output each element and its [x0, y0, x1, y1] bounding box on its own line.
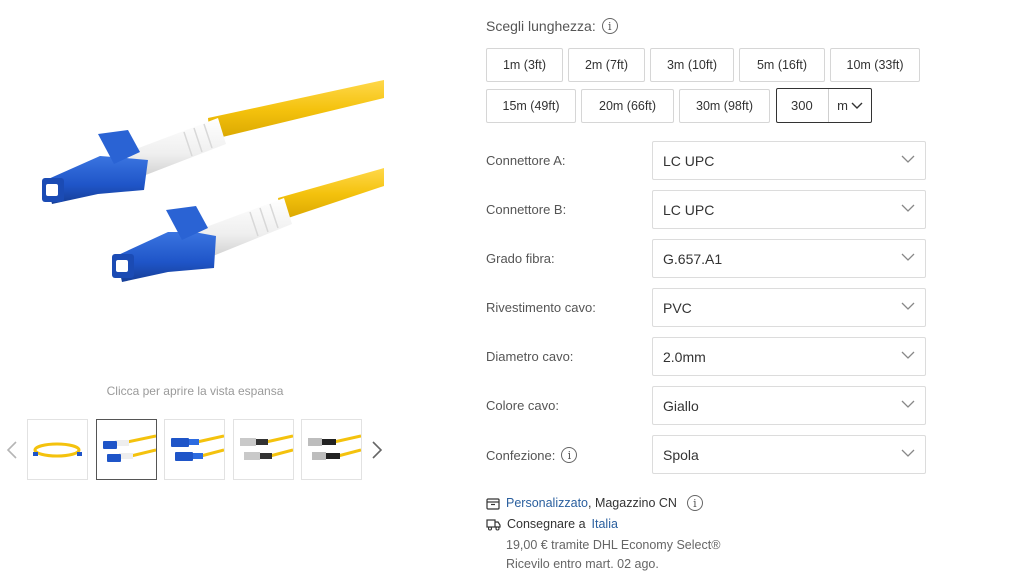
thumbnail-fc-fc[interactable]: [233, 419, 294, 480]
length-option-20m[interactable]: 20m (66ft): [581, 89, 674, 123]
warehouse-text: , Magazzino CN: [588, 496, 677, 510]
info-icon[interactable]: i: [601, 18, 618, 34]
delivery-eta: Ricevilo entro mart. 02 ago.: [506, 557, 659, 571]
chevron-right-icon: [372, 441, 383, 459]
fiber-grade-label: Grado fibra:: [486, 251, 555, 266]
packaging-value: Spola: [663, 446, 699, 463]
chevron-down-icon: [851, 102, 863, 109]
thumbnail-lc-lc[interactable]: [96, 419, 157, 480]
connector-a-value: LC UPC: [663, 152, 715, 169]
length-option-3m[interactable]: 3m (10ft): [650, 48, 734, 82]
chevron-down-icon: [901, 449, 915, 457]
cable-upper: [208, 80, 384, 140]
coiled-cable-thumbnail-image: [33, 442, 82, 458]
sc-sc-thumbnail-image: [171, 434, 224, 461]
cable-lower: [278, 168, 384, 220]
thumbnail-sc-sc[interactable]: [164, 419, 225, 480]
cable-jacket-select[interactable]: PVC: [652, 288, 926, 327]
ship-to-label: Consegnare a: [507, 517, 586, 531]
fiber-grade-select[interactable]: G.657.A1: [652, 239, 926, 278]
cable-diameter-select[interactable]: 2.0mm: [652, 337, 926, 376]
length-option-2m[interactable]: 2m (7ft): [568, 48, 645, 82]
product-gallery: Clicca per aprire la vista espansa: [0, 0, 410, 581]
cable-jacket-label: Rivestimento cavo:: [486, 300, 596, 315]
warehouse-line: Personalizzato, Magazzino CN i: [486, 495, 703, 511]
cable-diameter-label: Diametro cavo:: [486, 349, 574, 364]
fiber-grade-value: G.657.A1: [663, 250, 723, 267]
ship-to-line: Consegnare a Italia: [486, 517, 618, 531]
chevron-down-icon: [901, 351, 915, 359]
option-row-cable-diameter: Diametro cavo: 2.0mm: [486, 337, 926, 377]
chevron-down-icon: [901, 253, 915, 261]
product-main-image[interactable]: [28, 60, 384, 345]
length-section-label: Scegli lunghezza: i: [486, 18, 618, 34]
expand-view-hint: Clicca per aprire la vista espansa: [106, 384, 284, 398]
chevron-down-icon: [901, 155, 915, 163]
custom-length-input[interactable]: 300 m: [776, 88, 872, 123]
length-option-15m[interactable]: 15m (49ft): [486, 89, 576, 123]
option-row-fiber-grade: Grado fibra: G.657.A1: [486, 239, 926, 279]
option-row-cable-jacket: Rivestimento cavo: PVC: [486, 288, 926, 328]
custom-length-value[interactable]: 300: [777, 89, 829, 122]
custom-link[interactable]: Personalizzato: [506, 496, 588, 510]
connector-b-label: Connettore B:: [486, 202, 567, 217]
connector-b-select[interactable]: LC UPC: [652, 190, 926, 229]
length-label-text: Scegli lunghezza:: [486, 18, 596, 34]
cable-jacket-value: PVC: [663, 299, 692, 316]
box-icon: [486, 497, 500, 510]
cable-color-label: Colore cavo:: [486, 398, 559, 413]
option-row-packaging: Confezione: i Spola: [486, 435, 926, 475]
packaging-label: Confezione:: [486, 447, 556, 463]
connector-a-label: Connettore A:: [486, 153, 566, 168]
fiber-patch-cable-image: [42, 80, 384, 282]
custom-length-unit-select[interactable]: m: [829, 98, 871, 113]
chevron-down-icon: [901, 302, 915, 310]
thumbnail-strip: [0, 418, 400, 482]
option-row-cable-color: Colore cavo: Giallo: [486, 386, 926, 426]
cable-color-value: Giallo: [663, 397, 699, 414]
lc-lc-thumbnail-image: [103, 434, 156, 462]
length-option-1m[interactable]: 1m (3ft): [486, 48, 563, 82]
connector-a-select[interactable]: LC UPC: [652, 141, 926, 180]
thumbnail-coiled-cable[interactable]: [27, 419, 88, 480]
length-option-5m[interactable]: 5m (16ft): [739, 48, 825, 82]
option-row-connector-b: Connettore B: LC UPC: [486, 190, 926, 230]
cable-diameter-value: 2.0mm: [663, 348, 706, 365]
length-option-30m[interactable]: 30m (98ft): [679, 89, 770, 123]
info-icon[interactable]: i: [561, 447, 578, 463]
thumbnail-st-st[interactable]: [301, 419, 362, 480]
cable-color-select[interactable]: Giallo: [652, 386, 926, 425]
info-icon[interactable]: i: [686, 495, 703, 511]
length-option-10m[interactable]: 10m (33ft): [830, 48, 920, 82]
fc-fc-thumbnail-image: [240, 434, 293, 460]
shipping-price: 19,00 € tramite DHL Economy Select®: [506, 538, 721, 552]
packaging-select[interactable]: Spola: [652, 435, 926, 474]
connector-b-value: LC UPC: [663, 201, 715, 218]
truck-icon: [486, 518, 501, 531]
ship-country-link[interactable]: Italia: [592, 517, 618, 531]
chevron-down-icon: [901, 400, 915, 408]
st-st-thumbnail-image: [308, 434, 361, 460]
packaging-label-group: Confezione: i: [486, 447, 578, 463]
chevron-down-icon: [901, 204, 915, 212]
chevron-left-icon: [6, 441, 17, 459]
thumbnail-next-button[interactable]: [368, 438, 386, 462]
thumbnail-prev-button[interactable]: [3, 438, 21, 462]
option-row-connector-a: Connettore A: LC UPC: [486, 141, 926, 181]
custom-length-unit: m: [837, 98, 848, 113]
